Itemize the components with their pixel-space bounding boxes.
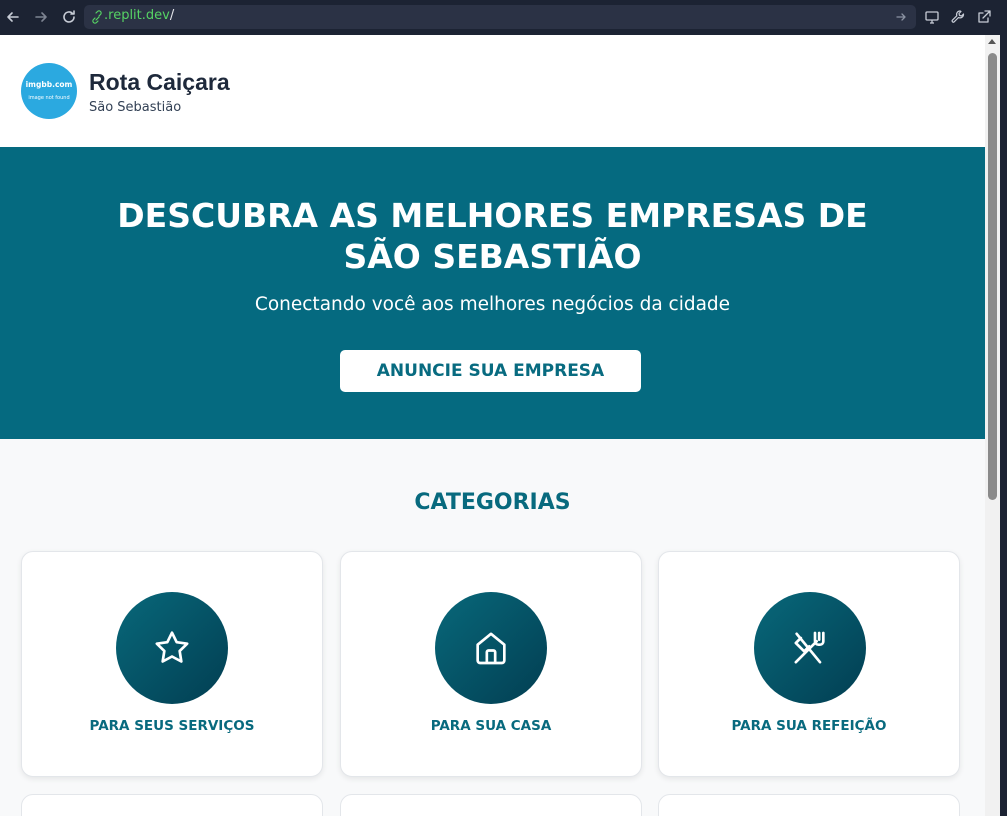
utensils-crossed-icon [794,631,825,664]
category-card-home[interactable]: PARA SUA CASA [340,551,642,777]
scroll-up-arrow-icon[interactable] [988,39,996,44]
logo-line1: imgbb.com [25,80,73,89]
link-icon [92,10,102,24]
category-icon-circle [754,592,866,704]
url-text: .replit.dev/ [104,8,174,23]
site-logo[interactable]: imgbb.com image not found [21,63,77,119]
reload-icon[interactable] [60,8,78,26]
category-icon-circle [116,592,228,704]
category-card-partial[interactable] [340,794,642,816]
hero-title: DESCUBRA AS MELHORES EMPRESAS DE SÃO SEB… [117,196,868,276]
page-scrollbar[interactable] [985,35,1000,816]
category-icon-circle [435,592,547,704]
page-viewport: imgbb.com image not found Rota Caiçara S… [0,35,985,816]
back-arrow-icon[interactable] [4,8,22,26]
category-card-partial[interactable] [658,794,960,816]
hero-banner: DESCUBRA AS MELHORES EMPRESAS DE SÃO SEB… [0,147,985,439]
categories-heading: CATEGORIAS [414,490,571,515]
url-path: / [169,8,175,23]
external-link-icon[interactable] [976,9,992,25]
brand-name[interactable]: Rota Caiçara [89,69,230,96]
scrollbar-thumb[interactable] [988,53,997,500]
wrench-icon[interactable] [950,9,966,25]
category-card-partial[interactable] [21,794,323,816]
star-icon [155,631,189,663]
site-header: imgbb.com image not found Rota Caiçara S… [0,35,985,147]
brand-city: São Sebastião [89,100,182,115]
category-label: PARA SUA CASA [430,718,552,734]
category-card-services[interactable]: PARA SEUS SERVIÇOS [21,551,323,777]
home-icon [476,632,506,665]
monitor-icon[interactable] [924,9,940,25]
advertise-business-button[interactable]: ANUNCIE SUA EMPRESA [340,350,641,392]
category-card-food[interactable]: PARA SUA REFEIÇÃO [658,551,960,777]
forward-arrow-icon[interactable] [32,8,50,26]
logo-line2: image not found [28,95,70,101]
go-arrow-icon[interactable] [894,9,908,25]
category-label: PARA SEUS SERVIÇOS [89,718,255,734]
browser-toolbar: .replit.dev/ [0,0,1007,35]
hero-subtitle: Conectando você aos melhores negócios da… [254,294,731,315]
address-bar[interactable]: .replit.dev/ [84,5,916,29]
url-domain: .replit.dev [104,8,170,23]
window-edge [1000,35,1007,816]
category-label: PARA SUA REFEIÇÃO [731,718,887,734]
